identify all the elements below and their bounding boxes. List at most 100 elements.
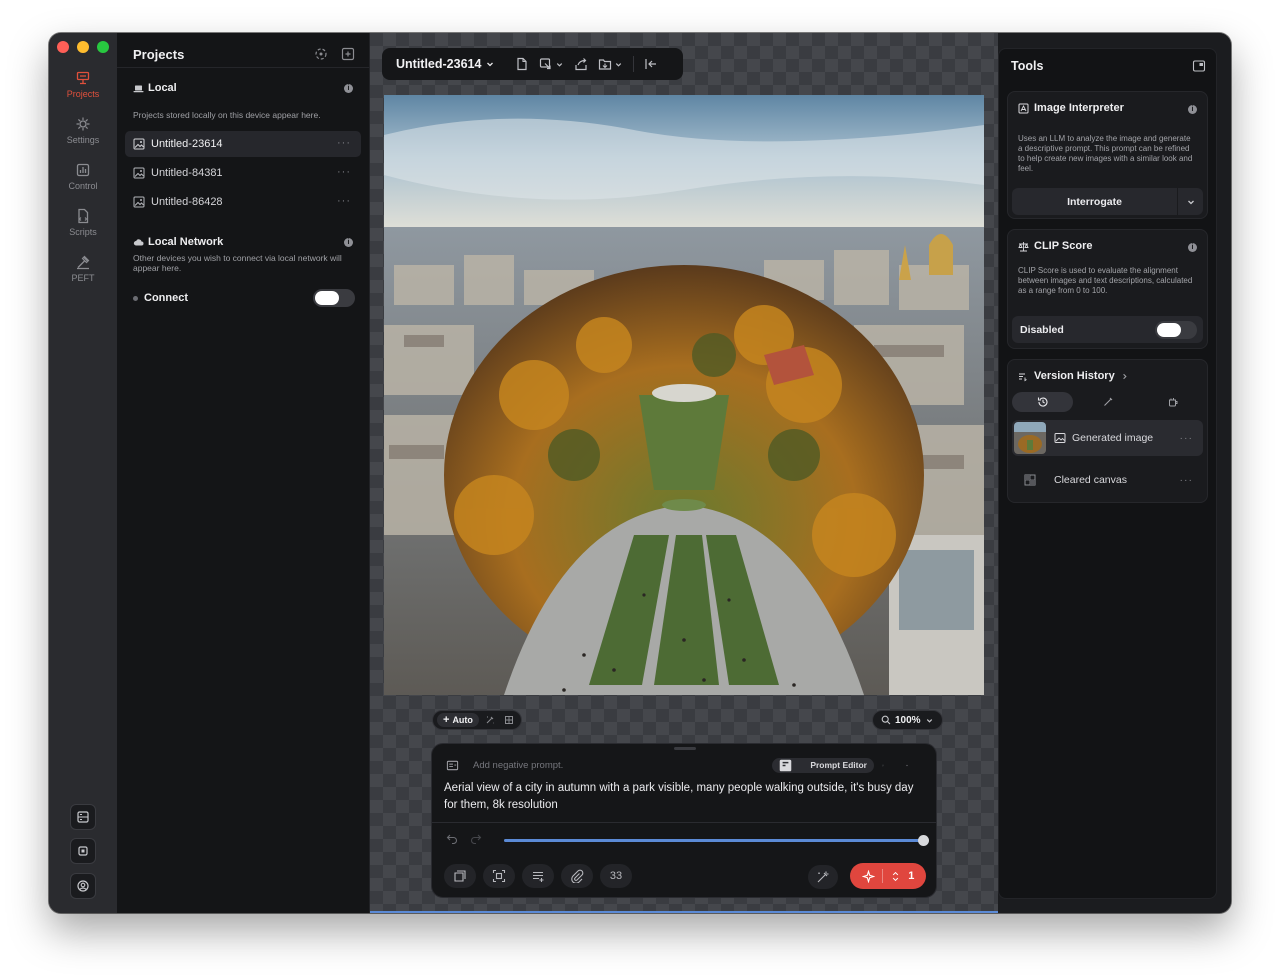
project-more-button[interactable]: ··· <box>337 195 351 207</box>
clip-score-info-icon[interactable]: i <box>1188 243 1197 252</box>
drag-handle[interactable] <box>674 747 696 750</box>
tab-layers[interactable] <box>1142 392 1203 412</box>
document-title[interactable]: Untitled-23614 <box>396 57 481 71</box>
rail-item-scripts[interactable]: Scripts <box>49 208 117 237</box>
clip-score-toggle[interactable] <box>1155 320 1197 339</box>
projects-header: Projects <box>133 43 357 65</box>
enhance-button[interactable] <box>808 865 838 889</box>
rail-item-settings[interactable]: Settings <box>49 116 117 145</box>
version-history-title[interactable]: Version History <box>1018 370 1129 382</box>
prompt-tools: 33 <box>444 864 632 888</box>
zoom-control[interactable]: 100% <box>872 710 943 730</box>
nav-rail: Projects Settings Control Scripts PEFT <box>49 33 119 913</box>
model-button[interactable] <box>444 864 476 888</box>
header-divider <box>117 67 369 68</box>
search-icon <box>881 715 891 725</box>
cup-icon <box>1168 398 1177 407</box>
version-thumbnail <box>1014 464 1046 496</box>
panel-toggle-icon[interactable] <box>1192 59 1206 73</box>
project-more-button[interactable]: ··· <box>337 137 351 149</box>
close-window-button[interactable] <box>57 41 69 53</box>
image-interpreter-title: Image Interpreter <box>1018 102 1124 114</box>
project-item[interactable]: Untitled-86428 ··· <box>125 189 361 215</box>
connect-toggle[interactable] <box>313 289 355 307</box>
rail-item-projects[interactable]: Projects <box>49 64 119 102</box>
negative-prompt-icon <box>446 760 459 770</box>
brush-mode-button[interactable] <box>482 713 498 727</box>
project-item[interactable]: Untitled-23614 ··· <box>125 131 361 157</box>
version-item-generated[interactable]: Generated image ··· <box>1012 420 1203 456</box>
strength-slider[interactable] <box>504 835 929 846</box>
network-description: Other devices you wish to connect via lo… <box>133 253 342 273</box>
negative-prompt-input[interactable]: Add negative prompt. <box>473 760 563 771</box>
rail-item-peft[interactable]: PEFT <box>49 254 117 283</box>
crop-button[interactable] <box>483 864 515 888</box>
strength-slider-knob[interactable] <box>918 835 929 846</box>
folder-export-icon <box>599 59 612 70</box>
generate-divider <box>881 869 883 883</box>
version-more-button[interactable]: ··· <box>1180 474 1194 486</box>
image-icon <box>133 167 145 179</box>
steps-button[interactable]: 33 <box>600 864 632 888</box>
export-button[interactable] <box>598 54 623 74</box>
interrogate-options-button[interactable] <box>1177 188 1203 215</box>
canvas-mode-bar: + Auto <box>432 710 522 730</box>
import-image-icon <box>540 58 552 70</box>
generate-button[interactable]: 1 <box>850 863 926 889</box>
tab-history[interactable] <box>1012 392 1073 412</box>
share-button[interactable] <box>574 54 588 74</box>
collapse-sidebar-button[interactable] <box>644 54 658 74</box>
interpreter-icon <box>1018 103 1029 113</box>
frame-select-icon <box>492 869 506 883</box>
chevron-down-icon <box>926 718 932 723</box>
clip-score-status: Disabled <box>1020 323 1064 336</box>
image-interpreter-info-icon[interactable]: i <box>1188 105 1197 114</box>
redo-icon[interactable] <box>470 832 482 844</box>
sync-icon <box>315 48 327 60</box>
tools-panel: Tools Image Interpreter i Uses an LLM to… <box>998 48 1217 899</box>
sync-button[interactable] <box>312 45 330 63</box>
undo-icon[interactable] <box>446 832 458 844</box>
version-label: Generated image <box>1072 432 1154 444</box>
version-item-cleared[interactable]: Cleared canvas ··· <box>1012 462 1203 498</box>
window-controls <box>57 41 109 53</box>
new-document-button[interactable] <box>515 54 529 74</box>
sparkle-icon <box>861 869 875 883</box>
new-project-button[interactable] <box>339 45 357 63</box>
negative-prompt-row: Add negative prompt. Prompt Editor <box>446 756 922 774</box>
attach-button[interactable] <box>561 864 593 888</box>
project-item[interactable]: Untitled-84381 ··· <box>125 160 361 186</box>
progress-line <box>370 911 998 913</box>
interrogate-button[interactable]: Interrogate <box>1012 188 1203 215</box>
device-button[interactable] <box>70 838 96 864</box>
local-info-icon[interactable]: i <box>344 84 353 93</box>
strength-slider-fill <box>504 839 924 842</box>
paperclip-icon <box>571 869 584 883</box>
rail-item-control[interactable]: Control <box>49 162 117 191</box>
tab-edits[interactable] <box>1077 392 1138 412</box>
network-info-icon[interactable]: i <box>344 238 353 247</box>
tools-panel-container: Tools Image Interpreter i Uses an LLM to… <box>998 33 1231 913</box>
project-name: Untitled-23614 <box>151 138 223 150</box>
auto-mode-button[interactable]: + Auto <box>437 713 479 727</box>
minimize-window-button[interactable] <box>77 41 89 53</box>
prompt-editor-button[interactable]: Prompt Editor <box>772 757 874 773</box>
layout-button[interactable] <box>70 804 96 830</box>
zoom-window-button[interactable] <box>97 41 109 53</box>
import-button[interactable] <box>539 54 564 74</box>
prompt-input[interactable]: Aerial view of a city in autumn with a p… <box>444 780 920 814</box>
chevron-down-icon[interactable] <box>485 59 495 69</box>
prompt-visibility-button[interactable] <box>906 757 922 773</box>
version-history-tabs <box>1012 392 1203 412</box>
eye-icon <box>906 764 908 766</box>
account-button[interactable] <box>70 873 96 899</box>
layout-mode-button[interactable] <box>501 713 517 727</box>
scripts-icon <box>78 208 89 224</box>
version-more-button[interactable]: ··· <box>1180 432 1194 444</box>
prompt-suggest-button[interactable] <box>882 757 898 773</box>
empty-canvas-icon <box>1024 474 1036 486</box>
prompt-list-button[interactable] <box>522 864 554 888</box>
version-thumbnail <box>1014 422 1046 454</box>
generated-image[interactable] <box>384 95 984 695</box>
project-more-button[interactable]: ··· <box>337 166 351 178</box>
